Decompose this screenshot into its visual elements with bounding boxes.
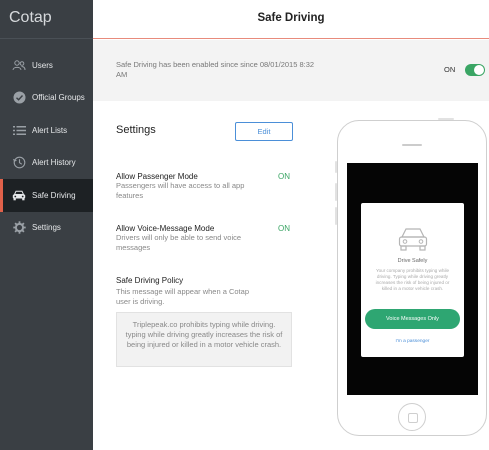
policy-desc: This message will appear when a Cotap us…: [116, 287, 249, 306]
passenger-link[interactable]: I'm a passenger: [361, 339, 464, 344]
sidebar-item-settings[interactable]: Settings: [0, 212, 93, 245]
voice-mode-value[interactable]: ON: [278, 224, 290, 233]
voice-mode-desc: Drivers will only be able to send voice …: [116, 233, 242, 252]
status-banner: Safe Driving has been enabled since sinc…: [93, 40, 489, 101]
policy-message: Triplepeak.co prohibits typing while dri…: [116, 312, 292, 367]
sidebar-item-label: Official Groups: [32, 93, 85, 103]
users-icon: [12, 58, 26, 72]
sidebar-item-alert-lists[interactable]: Alert Lists: [0, 114, 93, 147]
sidebar-item-official-groups[interactable]: Official Groups: [0, 82, 93, 115]
gear-icon: [12, 221, 26, 235]
list-icon: [12, 123, 26, 137]
phone-preview: Drive Safely Your company prohibits typi…: [335, 118, 487, 436]
sidebar-item-alert-history[interactable]: Alert History: [0, 147, 93, 180]
policy-title: Safe Driving Policy: [116, 276, 184, 285]
sidebar-item-safe-driving[interactable]: Safe Driving: [0, 179, 93, 212]
phone-side-button: [335, 183, 337, 201]
phone-top-button: [438, 118, 454, 120]
drive-safely-modal: Drive Safely Your company prohibits typi…: [361, 203, 464, 357]
settings-heading: Settings: [116, 124, 156, 136]
phone-side-button: [335, 161, 337, 173]
voice-mode-title: Allow Voice-Message Mode: [116, 224, 215, 233]
modal-title: Drive Safely: [397, 258, 428, 264]
page-title: Safe Driving: [257, 12, 325, 24]
car-icon: [12, 188, 26, 202]
edit-button[interactable]: Edit: [235, 122, 293, 141]
passenger-mode-title: Allow Passenger Mode: [116, 172, 198, 181]
page-header: Safe Driving: [93, 0, 489, 39]
passenger-mode-desc: Passengers will have access to all app f…: [116, 181, 245, 200]
car-icon: [397, 225, 429, 253]
passenger-mode-value[interactable]: ON: [278, 172, 290, 181]
check-circle-icon: [12, 91, 26, 105]
history-icon: [12, 156, 26, 170]
sidebar-item-users[interactable]: Users: [0, 49, 93, 82]
toggle-state-label: ON: [444, 65, 456, 74]
modal-text: Your company prohibits typing while driv…: [375, 268, 450, 291]
sidebar-item-label: Alert Lists: [32, 125, 68, 135]
voice-messages-only-button[interactable]: Voice Messages Only: [365, 309, 460, 329]
sidebar-item-label: Alert History: [32, 158, 76, 168]
safe-driving-toggle[interactable]: [465, 64, 485, 76]
phone-side-button: [335, 207, 337, 225]
sidebar-item-label: Safe Driving: [32, 190, 76, 200]
phone-screen: Drive Safely Your company prohibits typi…: [347, 163, 478, 395]
status-text: Safe Driving has been enabled since sinc…: [116, 60, 315, 79]
sidebar-item-label: Settings: [32, 223, 61, 233]
toggle-knob: [474, 65, 484, 75]
brand-logo: Cotap: [9, 9, 52, 26]
phone-home-button: [398, 403, 426, 431]
sidebar-nav: Users Official Groups Alert Lists Alert …: [0, 49, 93, 244]
phone-speaker: [402, 144, 422, 146]
sidebar-divider: [0, 38, 93, 39]
sidebar-item-label: Users: [32, 60, 53, 70]
sidebar: Cotap Users Official Groups Alert Lists …: [0, 0, 93, 450]
